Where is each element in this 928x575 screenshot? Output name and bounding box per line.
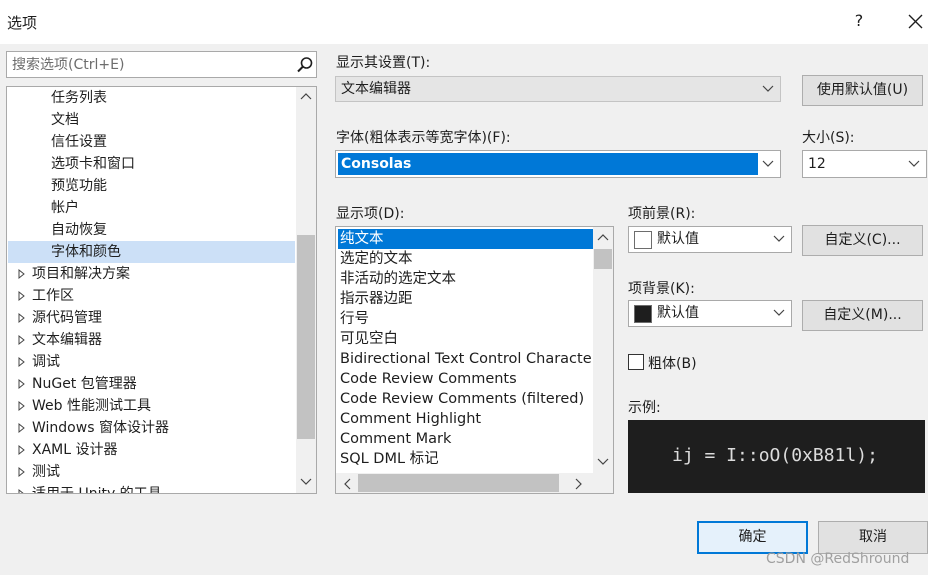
foreground-label: 项前景(R): — [628, 206, 696, 222]
tree-item-trust-settings[interactable]: 信任设置 — [51, 131, 107, 153]
background-value: 默认值 — [657, 305, 699, 321]
help-button[interactable]: ? — [852, 11, 866, 30]
font-combo[interactable]: Consolas — [335, 150, 781, 178]
chevron-down-icon — [773, 309, 785, 316]
size-value: 12 — [808, 156, 826, 172]
custom-background-button[interactable]: 自定义(M)... — [802, 300, 923, 331]
chevron-down-icon — [908, 160, 920, 167]
close-button[interactable] — [902, 8, 928, 34]
expand-icon[interactable] — [16, 417, 26, 439]
tree-item-task-list[interactable]: 任务列表 — [51, 87, 107, 109]
display-items-list[interactable]: 纯文本 选定的文本 非活动的选定文本 指示器边距 行号 可见空白 Bidirec… — [335, 226, 614, 494]
display-items-label: 显示项(D): — [336, 206, 405, 222]
tree-item-winforms[interactable]: Windows 窗体设计器 — [32, 417, 169, 439]
ok-button[interactable]: 确定 — [697, 521, 808, 554]
list-hscrollbar[interactable] — [336, 473, 593, 493]
tree-item-workspace[interactable]: 工作区 — [32, 285, 74, 307]
scroll-left-icon[interactable] — [342, 478, 352, 490]
font-label: 字体(粗体表示等宽字体)(F): — [336, 130, 511, 146]
foreground-swatch — [634, 231, 652, 249]
cancel-button[interactable]: 取消 — [818, 521, 928, 554]
list-vscrollbar[interactable] — [593, 227, 613, 473]
expand-icon[interactable] — [16, 439, 26, 461]
search-input[interactable] — [9, 54, 289, 75]
background-swatch — [634, 305, 652, 323]
chevron-down-icon — [773, 235, 785, 242]
show-settings-value: 文本编辑器 — [341, 81, 411, 97]
scroll-down-icon[interactable] — [597, 457, 609, 467]
bold-label[interactable]: 粗体(B) — [648, 353, 697, 373]
list-item[interactable]: 纯文本 — [338, 229, 593, 249]
custom-foreground-button[interactable]: 自定义(C)... — [802, 225, 923, 256]
expand-icon[interactable] — [16, 373, 26, 395]
chevron-down-icon — [762, 85, 774, 92]
foreground-value: 默认值 — [657, 231, 699, 247]
close-icon — [908, 14, 923, 29]
tree-scroll-thumb[interactable] — [297, 235, 315, 439]
watermark: CSDN @RedShround — [766, 551, 910, 567]
sample-label: 示例: — [628, 400, 661, 416]
expand-icon[interactable] — [16, 461, 26, 483]
size-combo[interactable]: 12 — [802, 150, 927, 178]
scroll-up-icon[interactable] — [300, 91, 312, 101]
tree-item-autorecover[interactable]: 自动恢复 — [51, 219, 107, 241]
scroll-corner — [593, 473, 613, 493]
tree-item-source-control[interactable]: 源代码管理 — [32, 307, 102, 329]
tree-item-projects-solutions[interactable]: 项目和解决方案 — [32, 263, 130, 285]
background-label: 项背景(K): — [628, 281, 695, 297]
tree-item-preview-features[interactable]: 预览功能 — [51, 175, 107, 197]
list-vscroll-thumb[interactable] — [594, 249, 612, 269]
tree-item-web-perf[interactable]: Web 性能测试工具 — [32, 395, 151, 417]
foreground-combo[interactable]: 默认值 — [628, 226, 792, 253]
list-item[interactable]: 行号 — [338, 309, 369, 329]
list-item[interactable]: Code Review Comments — [338, 369, 517, 389]
bold-checkbox[interactable] — [628, 354, 644, 370]
search-box[interactable] — [6, 51, 317, 78]
scroll-up-icon[interactable] — [597, 232, 609, 242]
expand-icon[interactable] — [16, 329, 26, 351]
list-item[interactable]: SQL DML 标记 — [338, 449, 439, 469]
font-value: Consolas — [341, 156, 412, 172]
tree-item-nuget[interactable]: NuGet 包管理器 — [32, 373, 137, 395]
scroll-right-icon[interactable] — [574, 478, 584, 490]
expand-icon[interactable] — [16, 395, 26, 417]
tree-item-fonts-colors[interactable]: 字体和颜色 — [8, 241, 295, 263]
list-hscroll-thumb[interactable] — [358, 474, 559, 492]
show-settings-combo[interactable]: 文本编辑器 — [335, 76, 781, 102]
list-item[interactable]: Comment Mark — [338, 429, 451, 449]
options-tree[interactable]: 任务列表 文档 信任设置 选项卡和窗口 预览功能 帐户 自动恢复 字体和颜色 项… — [6, 86, 317, 494]
tree-item-documents[interactable]: 文档 — [51, 109, 79, 131]
dialog-title: 选项 — [7, 14, 38, 32]
list-item[interactable]: Code Review Comments (filtered) — [338, 389, 584, 409]
chevron-down-icon — [762, 160, 774, 167]
list-item[interactable]: 指示器边距 — [338, 289, 413, 309]
list-item[interactable]: 可见空白 — [338, 329, 398, 349]
sample-preview: ij = I::oO(0xB81l); — [628, 420, 925, 493]
expand-icon[interactable] — [16, 263, 26, 285]
size-label: 大小(S): — [802, 130, 855, 146]
show-settings-label: 显示其设置(T): — [336, 55, 431, 71]
search-icon[interactable] — [296, 56, 314, 74]
tree-item-debugging[interactable]: 调试 — [32, 351, 60, 373]
tree-item-text-editor[interactable]: 文本编辑器 — [32, 329, 102, 351]
list-item[interactable]: Comment Highlight — [338, 409, 481, 429]
list-item[interactable]: 非活动的选定文本 — [338, 269, 456, 289]
tree-item-xaml[interactable]: XAML 设计器 — [32, 439, 118, 461]
list-item[interactable]: 选定的文本 — [338, 249, 413, 269]
list-item[interactable]: Bidirectional Text Control Character — [338, 349, 592, 369]
tree-item-testing[interactable]: 测试 — [32, 461, 60, 483]
expand-icon[interactable] — [16, 307, 26, 329]
scroll-down-icon[interactable] — [300, 477, 312, 487]
expand-icon[interactable] — [16, 285, 26, 307]
tree-scrollbar[interactable] — [296, 87, 316, 493]
title-bar — [0, 0, 928, 44]
background-combo[interactable]: 默认值 — [628, 300, 792, 327]
use-defaults-button[interactable]: 使用默认值(U) — [802, 75, 923, 106]
sample-text: ij = I::oO(0xB81l); — [672, 445, 878, 466]
tree-item-unity-tools[interactable]: 适用于 Unity 的工具 — [32, 483, 162, 493]
expand-icon[interactable] — [16, 351, 26, 373]
expand-icon[interactable] — [16, 483, 26, 493]
tree-item-tabs-windows[interactable]: 选项卡和窗口 — [51, 153, 135, 175]
tree-item-account[interactable]: 帐户 — [51, 197, 79, 219]
